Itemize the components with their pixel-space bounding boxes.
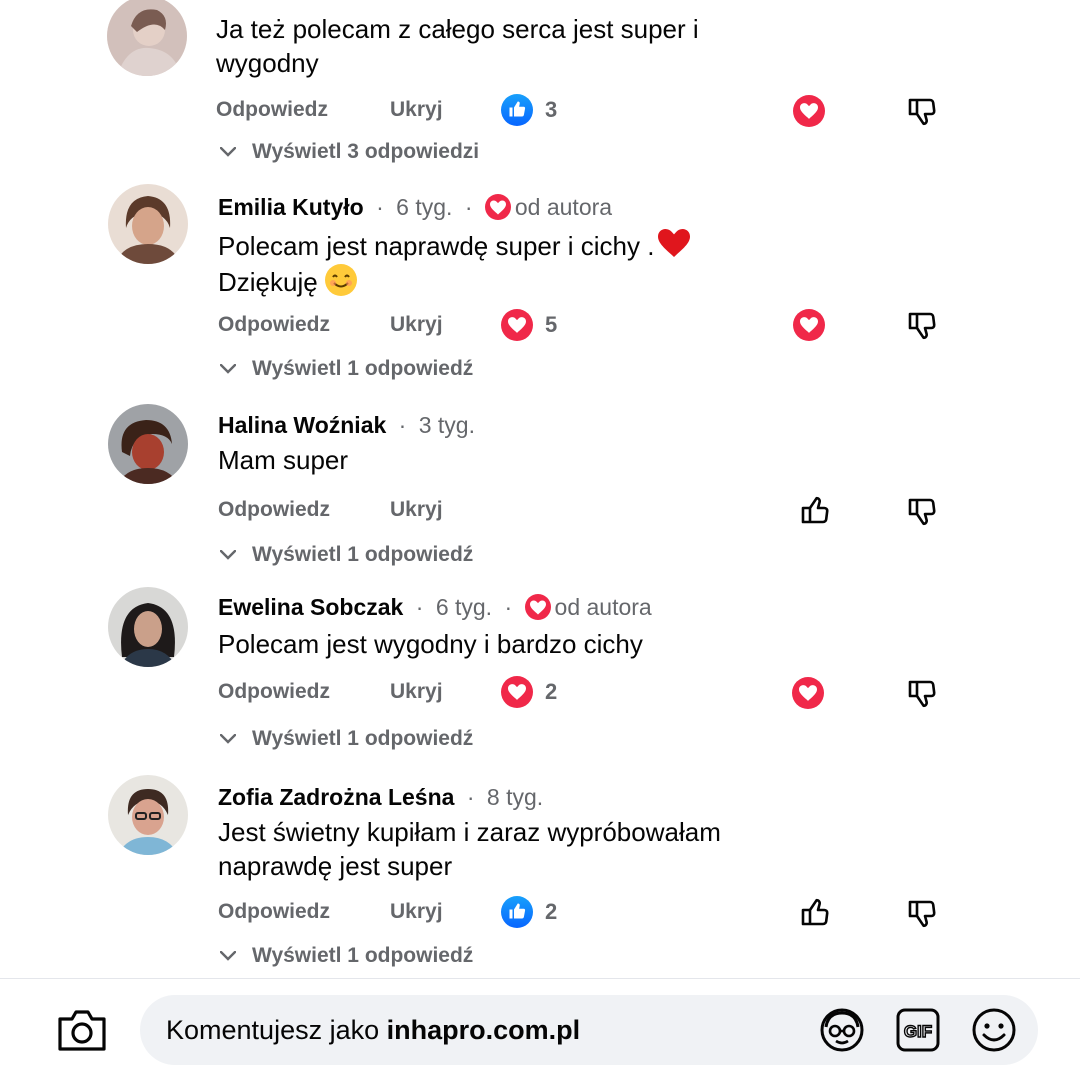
chevron-down-icon — [220, 734, 236, 744]
separator-dot: · — [415, 594, 424, 620]
view-replies-label: Wyświetl 1 odpowiedź — [252, 727, 474, 750]
timestamp[interactable]: 3 tyg. — [419, 412, 475, 438]
reply-button[interactable]: Odpowiedz — [218, 897, 330, 927]
view-replies-label: Wyświetl 1 odpowiedź — [252, 357, 474, 380]
avatar[interactable] — [108, 775, 188, 855]
author-heart-icon — [484, 194, 511, 220]
view-replies-button[interactable]: Wyświetl 1 odpowiedź — [220, 355, 473, 383]
thumbs-down-outline-icon[interactable] — [904, 307, 940, 343]
separator-dot: · — [376, 194, 384, 220]
thumbs-down-outline-icon[interactable] — [904, 675, 940, 711]
author-badge: od autora — [514, 194, 613, 220]
timestamp[interactable]: 6 tyg. — [396, 194, 452, 220]
comment-header: Ewelina Sobczak · 6 tyg. · od autora — [218, 592, 652, 622]
hide-button[interactable]: Ukryj — [390, 677, 443, 707]
view-replies-button[interactable]: Wyświetl 1 odpowiedź — [220, 942, 473, 970]
comment-input[interactable]: Komentujesz jako inhapro.com.pl GIF — [140, 995, 1038, 1065]
like-reaction-icon — [501, 896, 533, 928]
hide-button[interactable]: Ukryj — [390, 495, 443, 525]
svg-text:GIF: GIF — [904, 1022, 932, 1041]
view-replies-button[interactable]: Wyświetl 3 odpowiedzi — [220, 138, 479, 166]
comment-text: Mam super — [218, 445, 349, 475]
thumbs-down-outline-icon[interactable] — [904, 93, 940, 129]
reaction-summary[interactable]: 5 — [501, 309, 557, 341]
reaction-summary[interactable]: 2 — [501, 896, 557, 928]
smiling-face-emoji — [324, 264, 357, 296]
like-reaction-icon — [501, 94, 533, 126]
separator-dot: · — [466, 784, 475, 810]
love-reaction-icon — [501, 676, 533, 708]
comment-header: Zofia Zadrożna Leśna · 8 tyg. — [218, 782, 543, 812]
chevron-down-icon — [220, 951, 236, 961]
author-name[interactable]: Halina Woźniak — [218, 412, 386, 438]
avatar[interactable] — [108, 404, 188, 484]
comment-text: Polecam jest wygodny i bardzo cichy — [218, 629, 643, 659]
avatar[interactable] — [108, 587, 188, 667]
avatar[interactable] — [107, 0, 187, 76]
gif-icon[interactable]: GIF — [894, 1007, 942, 1053]
comment-text: Ja też polecam z całego serca jest super… — [216, 14, 699, 78]
comment-text: Jest świetny kupiłam i zaraz wypróbowała… — [218, 817, 721, 881]
reaction-summary[interactable]: 2 — [501, 676, 557, 708]
love-button[interactable] — [793, 309, 825, 341]
separator-dot: · — [504, 594, 513, 620]
comment-header: Halina Woźniak · 3 tyg. — [218, 410, 475, 440]
reaction-summary[interactable]: 3 — [501, 94, 557, 126]
love-reaction-icon — [501, 309, 533, 341]
author-heart-icon — [524, 594, 551, 620]
thumbs-up-outline-icon[interactable] — [797, 493, 833, 529]
thumbs-down-outline-icon[interactable] — [904, 493, 940, 529]
view-replies-button[interactable]: Wyświetl 1 odpowiedź — [220, 725, 473, 753]
author-badge: od autora — [554, 594, 652, 620]
view-replies-label: Wyświetl 1 odpowiedź — [252, 944, 474, 967]
comment-header: Emilia Kutyło · 6 tyg. · od autora — [218, 192, 612, 222]
timestamp[interactable]: 6 tyg. — [436, 594, 492, 620]
reply-button[interactable]: Odpowiedz — [218, 677, 330, 707]
hide-button[interactable]: Ukryj — [390, 310, 443, 340]
love-button[interactable] — [792, 677, 824, 709]
red-heart-emoji — [658, 229, 691, 257]
reply-button[interactable]: Odpowiedz — [218, 310, 330, 340]
separator-dot: · — [398, 412, 407, 438]
camera-icon[interactable] — [56, 1007, 108, 1053]
author-name[interactable]: Emilia Kutyło — [218, 194, 364, 220]
author-name[interactable]: Ewelina Sobczak — [218, 594, 403, 620]
view-replies-button[interactable]: Wyświetl 1 odpowiedź — [220, 541, 473, 569]
reply-button[interactable]: Odpowiedz — [218, 495, 330, 525]
view-replies-label: Wyświetl 1 odpowiedź — [252, 543, 474, 566]
reaction-count: 3 — [545, 97, 558, 122]
avatar-sticker-icon[interactable] — [818, 1007, 866, 1053]
chevron-down-icon — [220, 147, 236, 157]
hide-button[interactable]: Ukryj — [390, 897, 443, 927]
reaction-count: 2 — [545, 679, 558, 704]
view-replies-label: Wyświetl 3 odpowiedzi — [252, 140, 480, 163]
reaction-count: 5 — [545, 312, 558, 337]
hide-button[interactable]: Ukryj — [390, 95, 443, 125]
avatar[interactable] — [108, 184, 188, 264]
comment-5: Zofia Zadrożna Leśna · 8 tyg. Jest świet… — [0, 0, 1080, 967]
reaction-count: 2 — [545, 899, 558, 924]
comment-text: Polecam jest naprawdę super i cichy . Dz… — [218, 228, 691, 299]
thumbs-down-outline-icon[interactable] — [904, 895, 940, 931]
timestamp[interactable]: 8 tyg. — [487, 784, 543, 810]
thumbs-up-outline-icon[interactable] — [797, 895, 833, 931]
separator-dot: · — [464, 194, 473, 220]
reply-button[interactable]: Odpowiedz — [216, 95, 328, 125]
comment-input-placeholder: Komentujesz jako inhapro.com.pl — [166, 1015, 581, 1045]
chevron-down-icon — [220, 550, 236, 560]
chevron-down-icon — [220, 364, 236, 374]
comment-composer-bar: Komentujesz jako inhapro.com.pl GIF — [0, 978, 1080, 1081]
love-button[interactable] — [793, 95, 825, 127]
author-name[interactable]: Zofia Zadrożna Leśna — [218, 784, 454, 810]
emoji-icon[interactable] — [970, 1007, 1018, 1053]
